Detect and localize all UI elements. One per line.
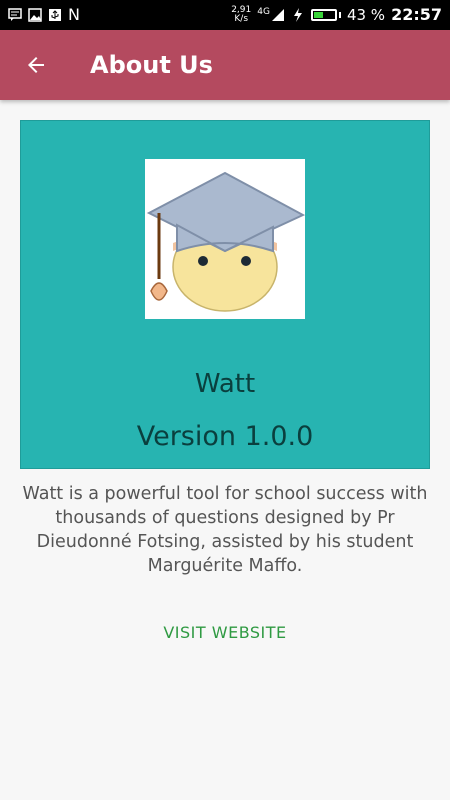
app-description: Watt is a powerful tool for school succe…: [22, 484, 428, 576]
arrow-left-icon: [28, 57, 44, 73]
page-title: About Us: [90, 51, 213, 79]
graduate-icon: [146, 171, 305, 312]
network-type: 4G: [257, 7, 270, 17]
app-logo: [145, 159, 305, 319]
battery-icon: [310, 9, 341, 21]
back-button[interactable]: [8, 37, 64, 93]
status-right: 2,91 K/s 4G 43 % 22:57: [231, 6, 442, 24]
app-version: Version 1.0.0: [136, 421, 314, 452]
battery-percent: 43 %: [346, 6, 386, 24]
visit-website-button[interactable]: VISIT WEBSITE: [140, 615, 310, 649]
usb-icon: [48, 8, 62, 22]
network-speed: 2,91 K/s: [231, 6, 251, 24]
signal-group: 4G: [257, 8, 285, 22]
image-icon: [28, 8, 42, 22]
status-bar: N 2,91 K/s 4G 43 % 22:57: [0, 0, 450, 30]
signal-icon: [271, 8, 285, 22]
charging-icon: [291, 8, 305, 22]
message-icon: [8, 8, 22, 22]
clock: 22:57: [391, 5, 442, 24]
app-info-card: Watt Version 1.0.0: [20, 120, 430, 469]
status-left: N: [8, 7, 80, 23]
app-name: Watt: [194, 369, 256, 399]
speed-unit: K/s: [234, 14, 249, 24]
app-bar: About Us: [0, 30, 450, 100]
n-indicator: N: [68, 5, 80, 24]
